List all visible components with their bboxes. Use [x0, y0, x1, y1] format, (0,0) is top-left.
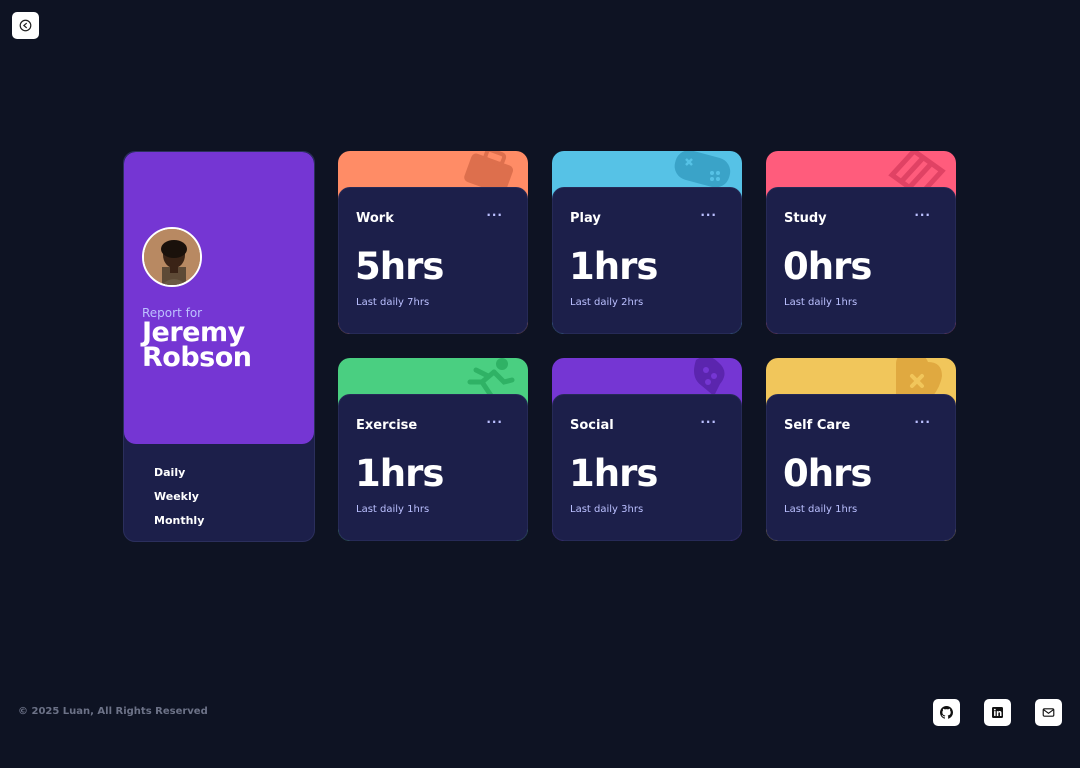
activity-card-work: Work ··· 5hrs Last daily 7hrs — [338, 151, 528, 334]
activity-title: Social — [570, 418, 614, 433]
activity-card-exercise: Exercise ··· 1hrs Last daily 1hrs — [338, 358, 528, 541]
activity-previous: Last daily 1hrs — [784, 504, 858, 515]
footer-copyright: © 2025 Luan, All Rights Reserved — [18, 706, 208, 717]
ellipsis-menu-button[interactable]: ··· — [914, 208, 931, 222]
activity-title: Study — [784, 211, 827, 226]
timeframe-weekly[interactable]: Weekly — [154, 490, 204, 514]
ellipsis-menu-button[interactable]: ··· — [700, 415, 717, 429]
profile-header: Report for Jeremy Robson — [124, 152, 314, 444]
activity-title: Work — [356, 211, 394, 226]
ellipsis-menu-button[interactable]: ··· — [914, 415, 931, 429]
mail-link[interactable] — [1035, 699, 1062, 726]
github-link[interactable] — [933, 699, 960, 726]
activity-hours: 0hrs — [783, 245, 872, 288]
back-button[interactable] — [12, 12, 39, 39]
activity-body: Exercise ··· 1hrs Last daily 1hrs — [338, 394, 528, 541]
activity-title: Exercise — [356, 418, 418, 433]
activity-previous: Last daily 1hrs — [784, 297, 858, 308]
activity-card-play: Play ··· 1hrs Last daily 2hrs — [552, 151, 742, 334]
activity-body: Social ··· 1hrs Last daily 3hrs — [552, 394, 742, 541]
activity-card-social: Social ··· 1hrs Last daily 3hrs — [552, 358, 742, 541]
activity-body: Play ··· 1hrs Last daily 2hrs — [552, 187, 742, 334]
activity-card-self-care: Self Care ··· 0hrs Last daily 1hrs — [766, 358, 956, 541]
activity-previous: Last daily 2hrs — [570, 297, 644, 308]
linkedin-link[interactable] — [984, 699, 1011, 726]
activity-body: Work ··· 5hrs Last daily 7hrs — [338, 187, 528, 334]
activity-previous: Last daily 3hrs — [570, 504, 644, 515]
linkedin-icon — [992, 707, 1003, 718]
mail-icon — [1042, 708, 1055, 717]
activity-card-study: Study ··· 0hrs Last daily 1hrs — [766, 151, 956, 334]
arrow-left-circle-icon — [19, 19, 32, 32]
timeframe-daily[interactable]: Daily — [154, 466, 204, 490]
activity-body: Study ··· 0hrs Last daily 1hrs — [766, 187, 956, 334]
activity-hours: 5hrs — [355, 245, 444, 288]
activity-title: Self Care — [784, 418, 851, 433]
activity-body: Self Care ··· 0hrs Last daily 1hrs — [766, 394, 956, 541]
activity-hours: 1hrs — [569, 452, 658, 495]
timeframe-list: Daily Weekly Monthly — [154, 466, 204, 538]
ellipsis-menu-button[interactable]: ··· — [486, 415, 503, 429]
avatar — [142, 227, 202, 287]
activity-previous: Last daily 1hrs — [356, 504, 430, 515]
ellipsis-menu-button[interactable]: ··· — [700, 208, 717, 222]
activity-title: Play — [570, 211, 601, 226]
activity-previous: Last daily 7hrs — [356, 297, 430, 308]
profile-card: Report for Jeremy Robson Daily Weekly Mo… — [123, 151, 315, 542]
timeframe-monthly[interactable]: Monthly — [154, 514, 204, 538]
github-icon — [940, 706, 953, 719]
activity-hours: 0hrs — [783, 452, 872, 495]
ellipsis-menu-button[interactable]: ··· — [486, 208, 503, 222]
activity-hours: 1hrs — [569, 245, 658, 288]
user-name: Jeremy Robson — [142, 317, 252, 373]
activity-hours: 1hrs — [355, 452, 444, 495]
